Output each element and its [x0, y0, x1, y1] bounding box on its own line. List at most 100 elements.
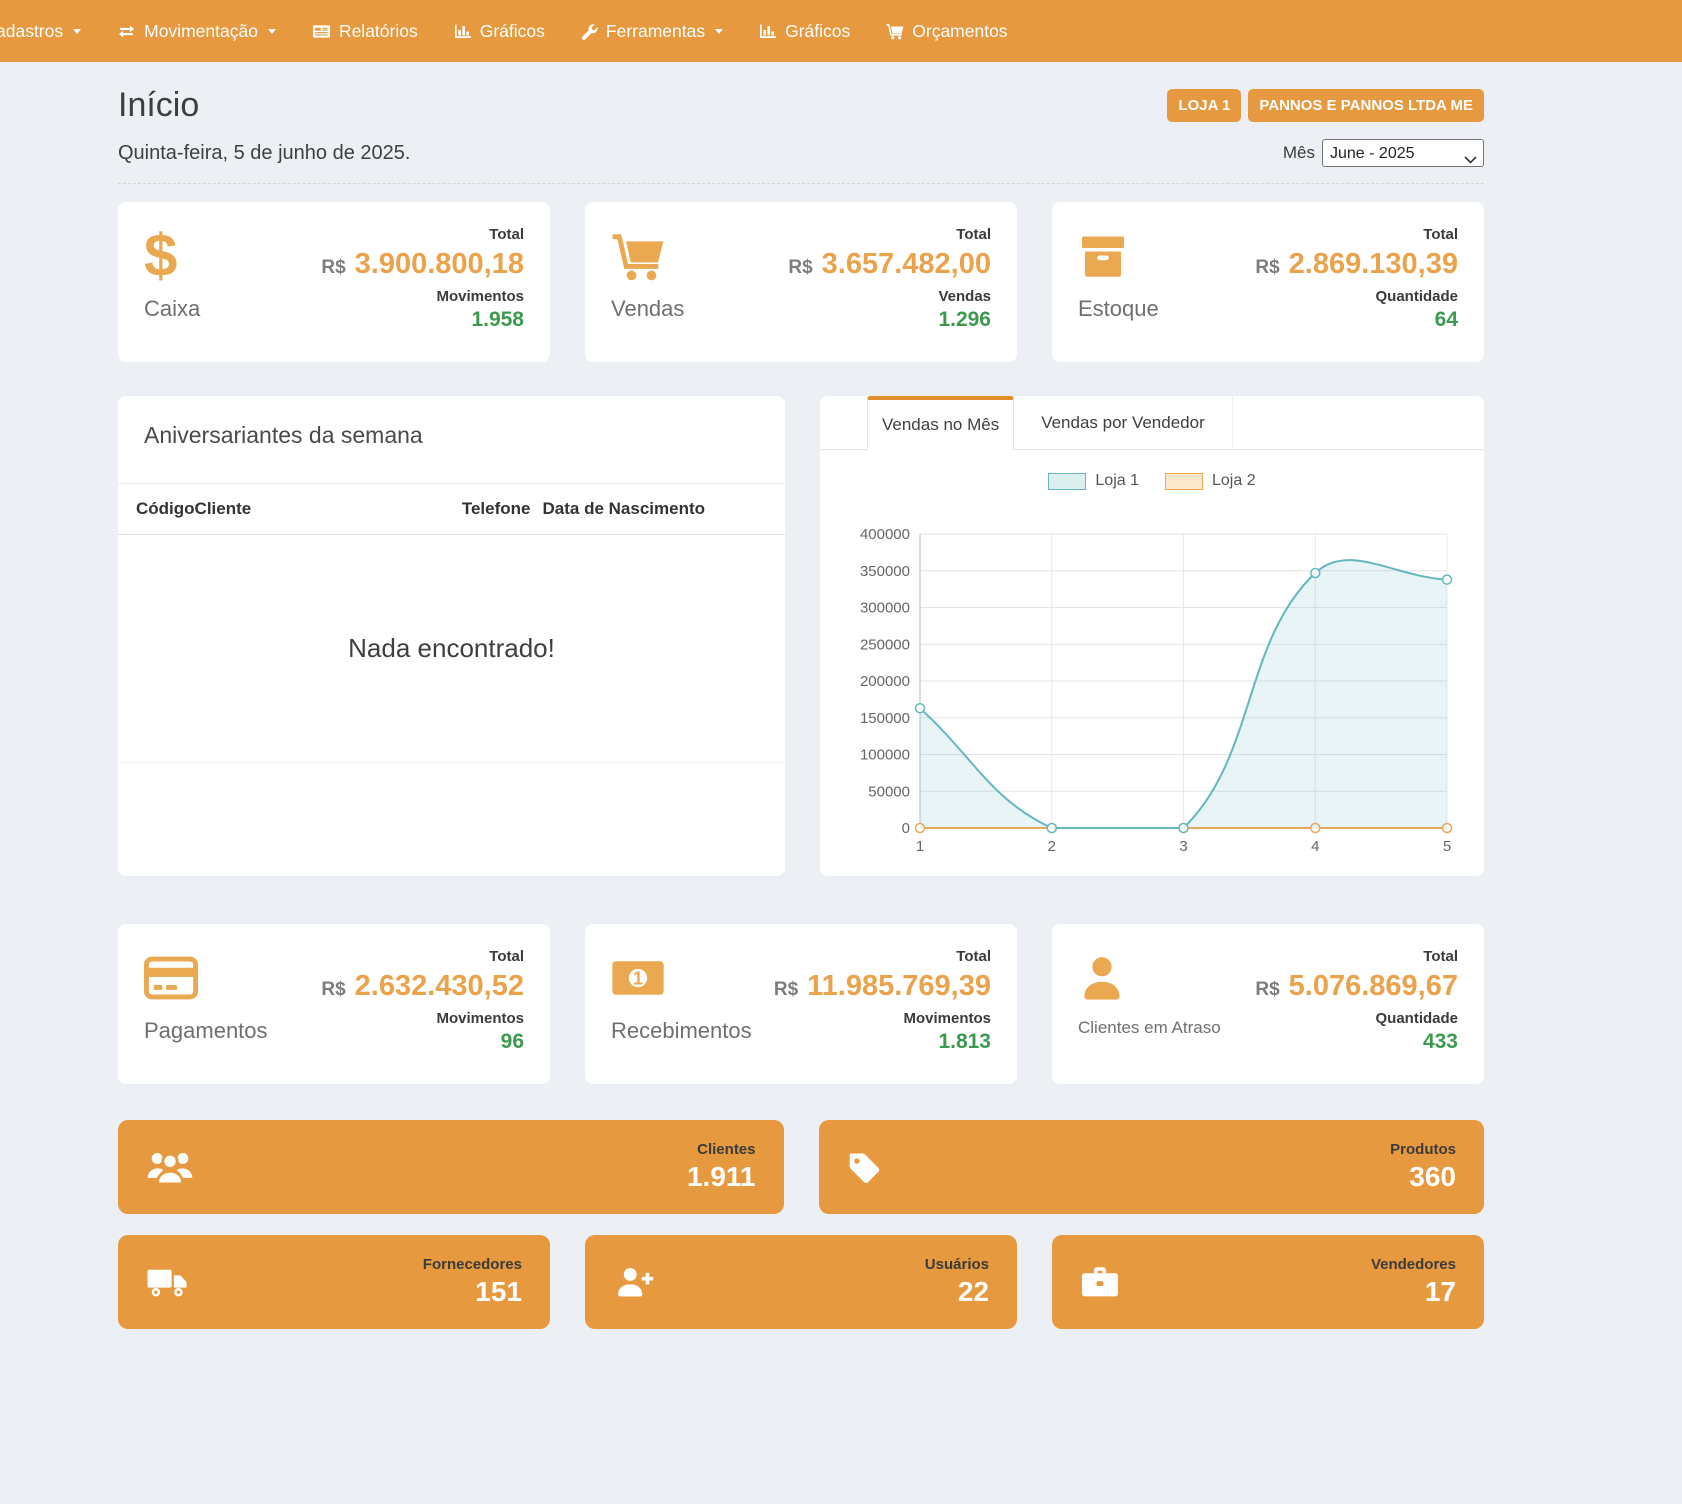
total-label: Total — [299, 948, 524, 965]
top-navbar: adastros Movimentação Relatórios Gráfico… — [0, 0, 1682, 62]
chart-tabs: Vendas no Mês Vendas por Vendedor — [820, 396, 1484, 450]
nav-item-ferramentas[interactable]: Ferramentas — [581, 21, 723, 42]
nav-item-label: Movimentação — [144, 21, 258, 42]
total-value: R$11.985.769,39 — [766, 970, 991, 1003]
counter-value: 360 — [1390, 1161, 1456, 1193]
column-codigo: Código — [136, 499, 195, 519]
briefcase-icon — [1080, 1264, 1120, 1300]
stat-card-label: Caixa — [144, 296, 299, 321]
exchange-icon — [117, 23, 136, 40]
column-data-nascimento: Data de Nascimento — [543, 499, 706, 519]
sales-chart: 0500001000001500002000002500003000003500… — [820, 494, 1484, 866]
counter-label: Fornecedores — [423, 1256, 522, 1273]
svg-text:200000: 200000 — [860, 673, 910, 690]
total-label: Total — [766, 226, 991, 243]
total-label: Total — [1233, 226, 1458, 243]
count-label: Quantidade — [1233, 288, 1458, 305]
svg-text:4: 4 — [1311, 838, 1319, 855]
svg-text:50000: 50000 — [868, 783, 910, 800]
svg-text:250000: 250000 — [860, 636, 910, 653]
chevron-down-icon — [268, 29, 276, 34]
counter-value: 151 — [423, 1276, 522, 1308]
credit-card-icon — [144, 948, 299, 1008]
wrench-icon — [581, 23, 598, 40]
user-plus-icon — [613, 1265, 655, 1299]
main-content: Início LOJA 1 PANNOS E PANNOS LTDA ME Qu… — [118, 86, 1484, 1329]
nav-item-graficos-2[interactable]: Gráficos — [759, 21, 850, 42]
count-value: 96 — [299, 1030, 524, 1054]
total-label: Total — [299, 226, 524, 243]
legend-item[interactable]: Loja 2 — [1165, 472, 1256, 490]
month-label: Mês — [1283, 143, 1315, 163]
nav-item-label: Orçamentos — [912, 21, 1007, 42]
count-label: Vendas — [766, 288, 991, 305]
svg-text:1: 1 — [633, 967, 643, 988]
svg-text:2: 2 — [1048, 838, 1056, 855]
stat-card-label: Pagamentos — [144, 1018, 299, 1043]
total-value: R$3.657.482,00 — [766, 248, 991, 281]
counter-value: 17 — [1371, 1276, 1456, 1308]
count-value: 64 — [1233, 308, 1458, 332]
counter-card-vendedores[interactable]: Vendedores 17 — [1052, 1235, 1484, 1329]
svg-text:3: 3 — [1179, 838, 1187, 855]
stat-card-label: Vendas — [611, 296, 766, 321]
legend-label: Loja 1 — [1095, 472, 1139, 490]
legend-label: Loja 2 — [1212, 472, 1256, 490]
date-row: Quinta-feira, 5 de junho de 2025. Mês Ju… — [118, 139, 1484, 184]
counter-value: 1.911 — [687, 1161, 756, 1193]
nav-item-orcamentos[interactable]: Orçamentos — [886, 21, 1007, 42]
svg-text:100000: 100000 — [860, 747, 910, 764]
nav-item-movimentacao[interactable]: Movimentação — [117, 21, 276, 42]
nav-item-cadastros[interactable]: adastros — [0, 21, 81, 42]
report-icon — [312, 23, 331, 40]
box-icon — [1078, 226, 1233, 286]
count-value: 1.813 — [766, 1030, 991, 1054]
counter-value: 22 — [925, 1276, 989, 1308]
counter-label: Usuários — [925, 1256, 989, 1273]
store-badge: LOJA 1 — [1167, 89, 1241, 122]
stat-card-vendas: Vendas Total R$3.657.482,00 Vendas 1.296 — [585, 202, 1017, 362]
svg-text:5: 5 — [1443, 838, 1451, 855]
total-label: Total — [766, 948, 991, 965]
stat-card-estoque: Estoque Total R$2.869.130,39 Quantidade … — [1052, 202, 1484, 362]
counter-label: Vendedores — [1371, 1256, 1456, 1273]
count-value: 1.958 — [299, 308, 524, 332]
page-title: Início — [118, 86, 199, 125]
nav-item-label: adastros — [0, 21, 63, 42]
stat-card-label: Recebimentos — [611, 1018, 766, 1043]
stat-card-caixa: $ Caixa Total R$3.900.800,18 Movimentos … — [118, 202, 550, 362]
counter-label: Clientes — [687, 1141, 756, 1158]
legend-swatch — [1165, 473, 1203, 490]
truck-icon — [146, 1266, 188, 1299]
column-cliente: Cliente — [195, 499, 462, 519]
count-label: Quantidade — [1233, 1010, 1458, 1027]
counter-card-clientes[interactable]: Clientes 1.911 — [118, 1120, 784, 1214]
bar-chart-icon — [759, 23, 777, 39]
count-label: Movimentos — [299, 288, 524, 305]
nav-item-graficos-1[interactable]: Gráficos — [454, 21, 545, 42]
nav-item-label: Gráficos — [785, 21, 850, 42]
month-select[interactable]: June - 2025 — [1322, 139, 1484, 167]
counter-card-usuarios[interactable]: Usuários 22 — [585, 1235, 1017, 1329]
tab-vendas-no-mes[interactable]: Vendas no Mês — [867, 396, 1014, 450]
counter-card-produtos[interactable]: Produtos 360 — [819, 1120, 1485, 1214]
nav-item-label: Ferramentas — [606, 21, 705, 42]
svg-text:0: 0 — [902, 820, 910, 837]
total-value: R$2.632.430,52 — [299, 970, 524, 1003]
nav-item-label: Relatórios — [339, 21, 418, 42]
tab-vendas-por-vendedor[interactable]: Vendas por Vendedor — [1014, 396, 1233, 449]
birthdays-panel: Aniversariantes da semana CódigoClienteT… — [118, 396, 785, 876]
current-date: Quinta-feira, 5 de junho de 2025. — [118, 142, 410, 165]
nav-item-label: Gráficos — [480, 21, 545, 42]
cart-icon — [611, 226, 766, 286]
counter-label: Produtos — [1390, 1141, 1456, 1158]
nav-item-relatorios[interactable]: Relatórios — [312, 21, 418, 42]
tag-icon — [847, 1149, 883, 1185]
birthdays-title: Aniversariantes da semana — [118, 422, 785, 449]
stat-card-label: Clientes em Atraso — [1078, 1018, 1233, 1038]
counter-card-fornecedores[interactable]: Fornecedores 151 — [118, 1235, 550, 1329]
sales-chart-panel: Vendas no Mês Vendas por Vendedor Loja 1… — [820, 396, 1484, 876]
dollar-icon: $ — [144, 226, 299, 286]
legend-item[interactable]: Loja 1 — [1048, 472, 1139, 490]
total-value: R$5.076.869,67 — [1233, 970, 1458, 1003]
